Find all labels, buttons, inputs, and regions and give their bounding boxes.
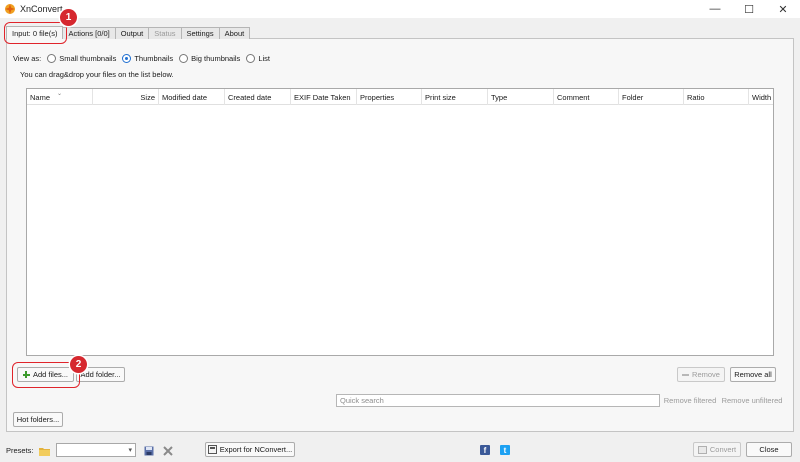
presets-label: Presets:: [6, 446, 34, 455]
radio-label-thumbnails[interactable]: Thumbnails: [134, 54, 173, 63]
delete-preset-icon[interactable]: [162, 445, 173, 456]
maximize-button[interactable]: ☐: [732, 0, 766, 18]
open-folder-icon[interactable]: [39, 445, 50, 456]
remove-label: Remove: [692, 370, 720, 379]
tab-output[interactable]: Output: [114, 27, 150, 39]
file-list-header: Name ⌄ Size Modified date Created date E…: [27, 89, 773, 105]
column-header-folder[interactable]: Folder: [619, 89, 684, 105]
convert-label: Convert: [709, 445, 737, 454]
save-preset-icon[interactable]: [143, 445, 154, 456]
tab-status[interactable]: Status: [148, 27, 182, 39]
column-header-width[interactable]: Width: [749, 89, 773, 105]
minus-icon: [682, 373, 690, 376]
quick-search-input[interactable]: [336, 394, 660, 407]
remove-unfiltered-button[interactable]: Remove unfiltered: [721, 393, 783, 408]
presets-dropdown[interactable]: ▾: [56, 443, 136, 457]
chevron-down-icon: ▾: [128, 447, 132, 454]
step-badge-1: 1: [60, 9, 77, 26]
title-bar: XnConvert — ☐ ✕: [0, 0, 800, 18]
tab-about[interactable]: About: [218, 27, 251, 39]
view-as-label: View as:: [13, 54, 42, 63]
remove-button[interactable]: Remove: [677, 367, 725, 382]
export-icon: [207, 445, 217, 454]
xnconvert-logo-icon: [4, 3, 16, 15]
export-label: Export for NConvert...: [219, 445, 293, 454]
radio-list[interactable]: [246, 54, 256, 63]
minimize-button[interactable]: —: [698, 0, 732, 18]
column-header-modified-date[interactable]: Modified date: [159, 89, 225, 105]
radio-label-list[interactable]: List: [258, 54, 270, 63]
column-header-ratio[interactable]: Ratio: [684, 89, 749, 105]
convert-button[interactable]: Convert: [693, 442, 741, 457]
column-header-type[interactable]: Type: [488, 89, 554, 105]
column-header-exif-date[interactable]: EXIF Date Taken: [291, 89, 357, 105]
radio-label-small-thumbnails[interactable]: Small thumbnails: [59, 54, 116, 63]
view-as-group: View as: Small thumbnails Thumbnails Big…: [13, 54, 270, 63]
column-header-properties[interactable]: Properties: [357, 89, 422, 105]
callout-highlight-input-tab: [4, 22, 67, 44]
remove-filtered-button[interactable]: Remove filtered: [662, 393, 718, 408]
radio-label-big-thumbnails[interactable]: Big thumbnails: [191, 54, 240, 63]
tab-actions[interactable]: Actions [0/0]: [62, 27, 116, 39]
radio-small-thumbnails[interactable]: [47, 54, 57, 63]
hot-folders-button[interactable]: Hot folders...: [13, 412, 63, 427]
export-nconvert-button[interactable]: Export for NConvert...: [205, 442, 295, 457]
sort-caret-icon: ⌄: [57, 91, 63, 97]
column-header-created-date[interactable]: Created date: [225, 89, 291, 105]
step-badge-2: 2: [70, 356, 87, 373]
window-title: XnConvert: [20, 4, 63, 14]
remove-all-button[interactable]: Remove all: [730, 367, 776, 382]
close-button[interactable]: Close: [746, 442, 792, 457]
twitter-icon[interactable]: t: [500, 445, 510, 455]
convert-icon: [697, 445, 707, 454]
column-header-comment[interactable]: Comment: [554, 89, 619, 105]
close-window-button[interactable]: ✕: [766, 0, 800, 18]
file-list[interactable]: Name ⌄ Size Modified date Created date E…: [26, 88, 774, 356]
column-header-size[interactable]: Size: [93, 89, 159, 105]
tab-settings[interactable]: Settings: [180, 27, 220, 39]
radio-thumbnails[interactable]: [122, 54, 132, 63]
radio-big-thumbnails[interactable]: [179, 54, 189, 63]
drag-drop-hint: You can drag&drop your files on the list…: [20, 70, 174, 79]
facebook-icon[interactable]: f: [480, 445, 490, 455]
column-header-print-size[interactable]: Print size: [422, 89, 488, 105]
